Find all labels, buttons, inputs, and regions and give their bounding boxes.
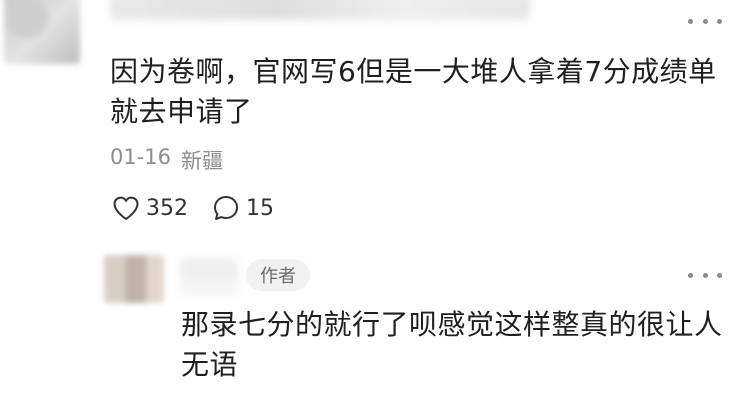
comment-body[interactable]: 因为卷啊，官网写6但是一大堆人拿着7分成绩单 就去申请了 (110, 52, 730, 132)
reply-body[interactable]: 那录七分的就行了呗感觉这样整真的很让人 无语 (181, 305, 731, 385)
comment-location: 新疆 (181, 149, 224, 173)
like-count: 352 (146, 195, 188, 221)
comment-actions: 352 15 (112, 191, 274, 225)
author-badge: 作者 (246, 259, 310, 291)
like-button[interactable]: 352 (112, 195, 188, 221)
reply-more-options-icon[interactable] (688, 268, 722, 282)
more-options-icon[interactable] (688, 14, 722, 28)
comment-date: 01-16 (110, 145, 172, 169)
commenter-avatar[interactable] (4, 0, 80, 64)
comment-text-line: 因为卷啊，官网写6但是一大堆人拿着7分成绩单 (110, 55, 717, 88)
reply-count: 15 (246, 195, 274, 221)
reply-author-name-redacted[interactable] (180, 258, 238, 296)
comment-thread: 因为卷啊，官网写6但是一大堆人拿着7分成绩单 就去申请了 01-16 新疆 35… (0, 0, 750, 402)
reply-author-avatar[interactable] (104, 255, 164, 303)
comment-text-line: 就去申请了 (110, 95, 253, 128)
commenter-name-redacted[interactable] (110, 0, 530, 20)
comment-bubble-icon (214, 196, 238, 220)
heart-icon (113, 196, 139, 220)
comment-meta: 01-16 新疆 (110, 145, 223, 175)
reply-text-line: 无语 (181, 348, 239, 381)
reply-button[interactable]: 15 (212, 194, 274, 222)
reply-text-line: 那录七分的就行了呗感觉这样整真的很让人 (181, 308, 723, 341)
